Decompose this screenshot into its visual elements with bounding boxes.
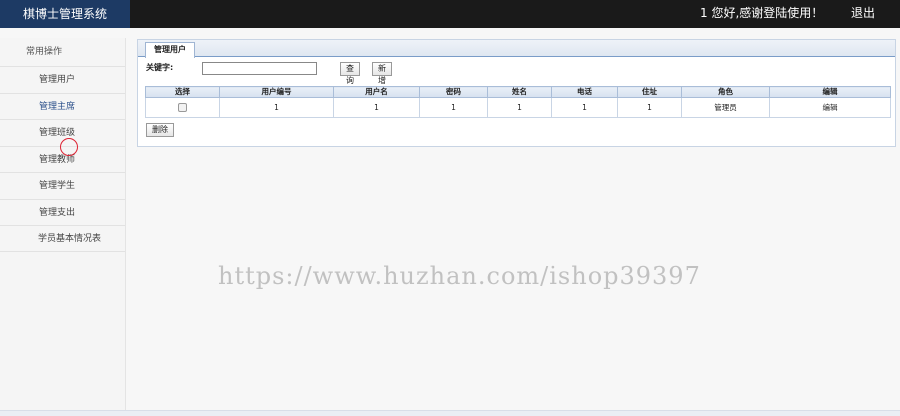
col-role: 角色 (681, 86, 770, 98)
greeting-text: 1 您好,感谢登陆使用！ (700, 6, 824, 20)
col-phone: 电话 (551, 86, 618, 98)
delete-button[interactable]: 删除 (146, 123, 174, 137)
user-table: 选择 用户编号 用户名 密码 姓名 电话 住址 角色 编辑 1 1 1 1 1 … (145, 86, 891, 118)
sidebar-item-manage-students[interactable]: 管理学生 (0, 172, 125, 199)
logout-link[interactable]: 退出 (851, 0, 875, 28)
col-address: 住址 (617, 86, 682, 98)
sidebar-item-student-report[interactable]: 学员基本情况表 (0, 225, 125, 252)
cell-address: 1 (617, 97, 682, 118)
sidebar-list: 管理用户 管理主席 管理班级 管理教师 管理学生 管理支出 学员基本情况表 (0, 66, 125, 252)
sidebar-title: 常用操作 (26, 47, 63, 57)
content-panel: 管理用户 关键字: 查询 新增 选择 用户编号 用户名 密码 姓名 电话 住址 … (137, 39, 896, 147)
cell-name: 1 (487, 97, 552, 118)
tab-bar: 管理用户 (138, 40, 895, 58)
cell-phone: 1 (551, 97, 618, 118)
col-password: 密码 (419, 86, 488, 98)
row-select-cell (145, 97, 220, 118)
sidebar-item-manage-users[interactable]: 管理用户 (0, 66, 125, 93)
tab-manage-users[interactable]: 管理用户 (145, 42, 195, 58)
add-button[interactable]: 新增 (372, 62, 392, 85)
top-bar: 棋博士管理系统 1 您好,感谢登陆使用！ 退出 (0, 0, 900, 28)
keyword-label: 关键字: (146, 63, 174, 72)
sidebar: 常用操作 管理用户 管理主席 管理班级 管理教师 管理学生 管理支出 学员基本情… (0, 38, 126, 410)
col-edit: 编辑 (769, 86, 891, 98)
bottom-border (0, 410, 900, 416)
watermark-text: https://www.huzhan.com/ishop39397 (218, 262, 701, 290)
col-username: 用户名 (333, 86, 420, 98)
app-logo: 棋博士管理系统 (0, 0, 130, 28)
query-button[interactable]: 查询 (340, 62, 360, 85)
col-user-id: 用户编号 (219, 86, 334, 98)
table-header-row: 选择 用户编号 用户名 密码 姓名 电话 住址 角色 编辑 (145, 86, 891, 98)
sidebar-item-manage-chair[interactable]: 管理主席 (0, 92, 125, 120)
col-select: 选择 (145, 86, 220, 98)
edit-link[interactable]: 编辑 (769, 97, 891, 118)
cell-password: 1 (419, 97, 488, 118)
sidebar-item-manage-expenses[interactable]: 管理支出 (0, 198, 125, 226)
cell-user-id: 1 (219, 97, 334, 118)
table-row: 1 1 1 1 1 1 管理员 编辑 (145, 97, 891, 118)
cell-username: 1 (333, 97, 420, 118)
row-checkbox[interactable] (178, 103, 187, 113)
keyword-input[interactable] (202, 62, 317, 75)
cursor-highlight-icon (60, 138, 78, 156)
col-name: 姓名 (487, 86, 552, 98)
cell-role: 管理员 (681, 97, 770, 118)
